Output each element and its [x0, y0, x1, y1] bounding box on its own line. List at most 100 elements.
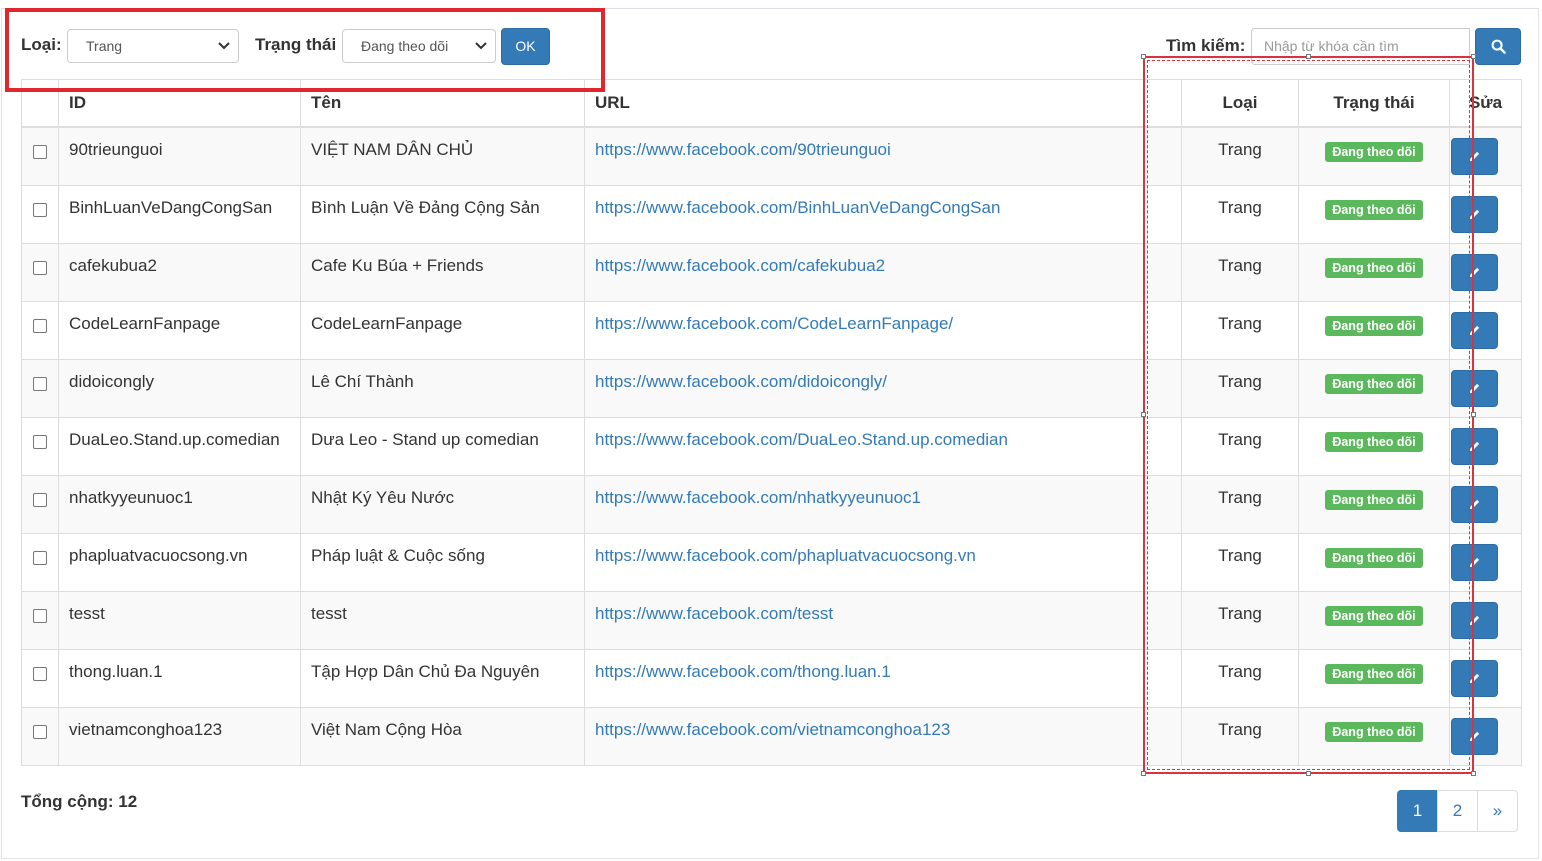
header-name[interactable]: Tên: [300, 79, 585, 128]
status-badge: Đang theo dõi: [1325, 547, 1423, 568]
header-id[interactable]: ID: [58, 79, 301, 128]
row-url-link[interactable]: https://www.facebook.com/nhatkyyeunuoc1: [595, 488, 921, 507]
row-name: tesst: [300, 590, 585, 650]
row-url-cell: https://www.facebook.com/vietnamconghoa1…: [584, 706, 1182, 766]
row-url-cell: https://www.facebook.com/thong.luan.1: [584, 648, 1182, 708]
header-type[interactable]: Loại: [1181, 79, 1299, 128]
row-name: Pháp luật & Cuộc sống: [300, 532, 585, 592]
row-name: Nhật Ký Yêu Nước: [300, 474, 585, 534]
row-type: Trang: [1181, 416, 1299, 476]
next-page-button[interactable]: »: [1477, 790, 1518, 832]
row-name: Việt Nam Cộng Hòa: [300, 706, 585, 766]
row-checkbox[interactable]: [33, 724, 47, 739]
pencil-icon: [1469, 441, 1480, 451]
row-url-link[interactable]: https://www.facebook.com/BinhLuanVeDangC…: [595, 198, 1000, 217]
edit-button[interactable]: [1451, 717, 1498, 755]
row-type: Trang: [1181, 532, 1299, 592]
edit-button[interactable]: [1451, 311, 1498, 349]
row-id: vietnamconghoa123: [58, 706, 301, 766]
row-status-cell: Đang theo dõi: [1298, 184, 1450, 244]
type-select[interactable]: Trang: [67, 29, 239, 63]
row-select-cell: [21, 416, 59, 476]
row-status-cell: Đang theo dõi: [1298, 416, 1450, 476]
row-id: 90trieunguoi: [58, 126, 301, 186]
row-url-link[interactable]: https://www.facebook.com/DuaLeo.Stand.up…: [595, 430, 1008, 449]
row-type: Trang: [1181, 242, 1299, 302]
row-url-cell: https://www.facebook.com/DuaLeo.Stand.up…: [584, 416, 1182, 476]
row-edit-cell: [1449, 126, 1522, 186]
row-select-cell: [21, 358, 59, 418]
edit-button[interactable]: [1451, 601, 1498, 639]
row-status-cell: Đang theo dõi: [1298, 474, 1450, 534]
table-row: 90trieunguoi VIỆT NAM DÂN CHỦ https://ww…: [21, 126, 1522, 186]
row-url-link[interactable]: https://www.facebook.com/thong.luan.1: [595, 662, 891, 681]
edit-button[interactable]: [1451, 138, 1498, 175]
row-checkbox[interactable]: [33, 202, 47, 217]
row-url-link[interactable]: https://www.facebook.com/phapluatvacuocs…: [595, 546, 976, 565]
row-type: Trang: [1181, 648, 1299, 708]
table-row: didoicongly Lê Chí Thành https://www.fac…: [21, 358, 1522, 418]
row-status-cell: Đang theo dõi: [1298, 532, 1450, 592]
page-2-button[interactable]: 2: [1437, 790, 1478, 832]
row-checkbox[interactable]: [33, 376, 47, 391]
status-badge: Đang theo dõi: [1325, 431, 1423, 452]
row-url-link[interactable]: https://www.facebook.com/vietnamconghoa1…: [595, 720, 950, 739]
chevron-down-icon: [475, 30, 487, 50]
search-input[interactable]: Nhập từ khóa cần tìm: [1251, 28, 1470, 65]
row-type: Trang: [1181, 126, 1299, 186]
pencil-icon: [1469, 325, 1480, 335]
row-checkbox[interactable]: [33, 260, 47, 275]
row-name: Tập Hợp Dân Chủ Đa Nguyên: [300, 648, 585, 708]
row-checkbox[interactable]: [33, 318, 47, 333]
row-url-link[interactable]: https://www.facebook.com/CodeLearnFanpag…: [595, 314, 953, 333]
pencil-icon: [1469, 151, 1480, 162]
row-url-cell: https://www.facebook.com/cafekubua2: [584, 242, 1182, 302]
table-row: vietnamconghoa123 Việt Nam Cộng Hòa http…: [21, 706, 1522, 766]
edit-button[interactable]: [1451, 485, 1498, 523]
edit-button[interactable]: [1451, 369, 1498, 407]
row-status-cell: Đang theo dõi: [1298, 300, 1450, 360]
row-url-link[interactable]: https://www.facebook.com/90trieunguoi: [595, 140, 891, 159]
row-select-cell: [21, 474, 59, 534]
row-name: Bình Luận Về Đảng Cộng Sản: [300, 184, 585, 244]
search-button[interactable]: [1475, 28, 1521, 65]
row-type: Trang: [1181, 358, 1299, 418]
table-row: thong.luan.1 Tập Hợp Dân Chủ Đa Nguyên h…: [21, 648, 1522, 708]
row-checkbox[interactable]: [33, 608, 47, 623]
row-checkbox[interactable]: [33, 434, 47, 449]
edit-button[interactable]: [1451, 253, 1498, 291]
status-badge: Đang theo dõi: [1325, 315, 1423, 336]
edit-button[interactable]: [1451, 543, 1498, 581]
edit-button[interactable]: [1451, 427, 1498, 465]
row-url-link[interactable]: https://www.facebook.com/cafekubua2: [595, 256, 885, 275]
status-filter-label: Trạng thái: [255, 35, 337, 54]
row-url-link[interactable]: https://www.facebook.com/tesst: [595, 604, 833, 623]
table-row: tesst tesst https://www.facebook.com/tes…: [21, 590, 1522, 650]
edit-button[interactable]: [1451, 659, 1498, 697]
row-id: BinhLuanVeDangCongSan: [58, 184, 301, 244]
row-checkbox[interactable]: [33, 666, 47, 681]
pencil-icon: [1469, 615, 1480, 625]
edit-button[interactable]: [1451, 195, 1498, 233]
row-edit-cell: [1449, 474, 1522, 534]
row-status-cell: Đang theo dõi: [1298, 126, 1450, 186]
header-url[interactable]: URL: [584, 79, 1182, 128]
page-1-button[interactable]: 1: [1397, 790, 1438, 832]
row-id: DuaLeo.Stand.up.comedian: [58, 416, 301, 476]
row-id: didoicongly: [58, 358, 301, 418]
ok-button[interactable]: OK: [501, 28, 550, 65]
row-checkbox[interactable]: [33, 550, 47, 565]
row-url-link[interactable]: https://www.facebook.com/didoicongly/: [595, 372, 887, 391]
status-select-value: Đang theo dõi: [361, 38, 449, 54]
type-select-value: Trang: [86, 38, 123, 54]
row-checkbox[interactable]: [33, 492, 47, 507]
row-select-cell: [21, 300, 59, 360]
table-row: nhatkyyeunuoc1 Nhật Ký Yêu Nước https://…: [21, 474, 1522, 534]
row-status-cell: Đang theo dõi: [1298, 590, 1450, 650]
row-checkbox[interactable]: [33, 145, 47, 159]
pencil-icon: [1469, 267, 1480, 277]
header-status[interactable]: Trạng thái: [1298, 79, 1450, 128]
row-edit-cell: [1449, 648, 1522, 708]
status-badge: Đang theo dõi: [1325, 663, 1423, 684]
status-select[interactable]: Đang theo dõi: [342, 29, 496, 63]
